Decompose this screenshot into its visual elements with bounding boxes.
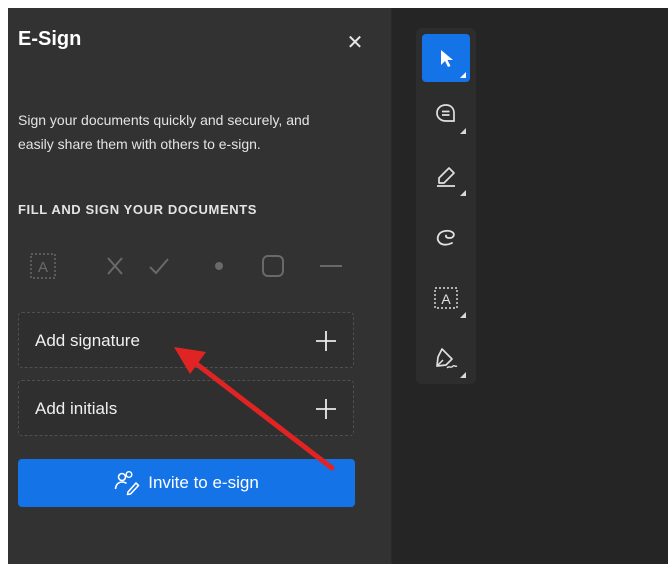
- fill-tools-row: A: [18, 251, 358, 281]
- app-window: E-Sign ✕ Sign your documents quickly and…: [8, 8, 668, 564]
- close-icon: ✕: [346, 32, 364, 54]
- panel-description: Sign your documents quickly and securely…: [18, 112, 310, 152]
- svg-text:A: A: [38, 259, 48, 276]
- submenu-corner-icon: [460, 72, 466, 78]
- add-initials-button[interactable]: Add initials: [18, 380, 354, 436]
- panel-title: E-Sign: [18, 28, 82, 50]
- plus-icon: [316, 331, 336, 351]
- add-initials-label: Add initials: [35, 399, 118, 418]
- checkmark-icon[interactable]: [144, 251, 174, 281]
- sign-pen-icon: [436, 348, 458, 369]
- submenu-corner-icon: [460, 372, 466, 378]
- text-field-tool-button[interactable]: A: [422, 274, 470, 322]
- sign-tool-button[interactable]: [422, 334, 470, 382]
- freehand-draw-icon: [436, 229, 455, 246]
- dot-icon[interactable]: [204, 251, 234, 281]
- close-button[interactable]: ✕: [340, 28, 370, 58]
- invite-label: Invite to e-sign: [148, 473, 259, 492]
- select-tool-button[interactable]: [422, 34, 470, 82]
- submenu-corner-icon: [460, 312, 466, 318]
- select-pointer-icon: [441, 50, 453, 67]
- submenu-corner-icon: [460, 128, 466, 134]
- text-field-icon: A: [434, 287, 458, 309]
- rounded-box-icon[interactable]: [258, 251, 288, 281]
- cross-icon[interactable]: [100, 251, 130, 281]
- section-heading: FILL AND SIGN YOUR DOCUMENTS: [18, 202, 258, 217]
- invite-to-esign-button[interactable]: Invite to e-sign: [18, 459, 355, 507]
- text-field-icon[interactable]: A: [28, 251, 58, 281]
- comment-icon: [436, 104, 455, 122]
- add-signature-button[interactable]: Add signature: [18, 312, 354, 368]
- tools-toolbar: A: [416, 28, 476, 384]
- comment-tool-button[interactable]: [422, 90, 470, 138]
- svg-text:A: A: [441, 291, 451, 307]
- esign-panel: E-Sign ✕ Sign your documents quickly and…: [8, 8, 392, 564]
- plus-icon: [316, 399, 336, 419]
- add-signature-label: Add signature: [35, 331, 140, 350]
- submenu-corner-icon: [460, 190, 466, 196]
- draw-tool-button[interactable]: [422, 214, 470, 262]
- highlight-tool-button[interactable]: [422, 152, 470, 200]
- highlight-pen-icon: [437, 167, 455, 187]
- people-pen-icon: [114, 471, 140, 496]
- line-icon[interactable]: [316, 251, 346, 281]
